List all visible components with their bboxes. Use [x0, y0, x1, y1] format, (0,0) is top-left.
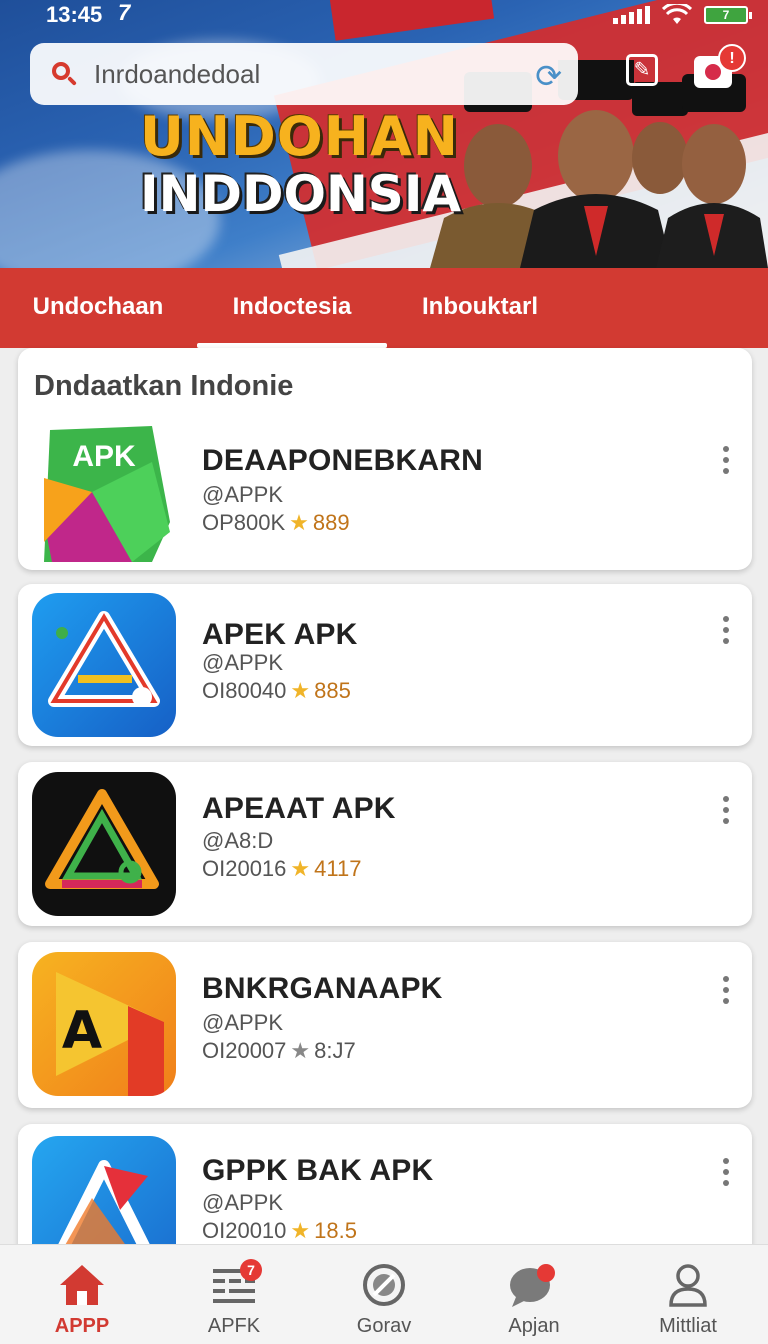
notification-badge: 7 — [240, 1259, 262, 1281]
nav-label: Gorav — [356, 1315, 412, 1337]
star-icon: ★ — [290, 678, 311, 703]
more-options-icon[interactable] — [722, 1158, 730, 1186]
signal-icon — [613, 6, 650, 24]
nav-item-apfk[interactable]: 7 APFK — [164, 1245, 304, 1344]
wifi-icon — [662, 4, 692, 24]
tab-undochaan[interactable]: Undochaan — [28, 268, 168, 348]
banner-title-line1: UNDOHAN — [140, 105, 459, 168]
tab-inbouktarl[interactable]: Inbouktarl — [418, 268, 542, 348]
search-bar[interactable]: ⟳ — [30, 43, 578, 105]
nav-label: APPP — [54, 1315, 110, 1337]
status-time: 13:45 — [46, 2, 103, 27]
star-icon: ★ — [290, 856, 311, 881]
nav-label: APFK — [207, 1315, 261, 1337]
app-name: DEAAPONEBKARN — [202, 444, 483, 477]
app-downloads: OI20016 — [202, 856, 287, 881]
refresh-icon[interactable]: ⟳ — [535, 57, 562, 95]
home-icon — [60, 1265, 104, 1305]
battery-icon: 7 — [704, 6, 752, 24]
app-meta: OI20016 ★ 4117 — [202, 856, 361, 882]
more-options-icon[interactable] — [722, 616, 730, 644]
star-icon: ★ — [290, 1218, 311, 1243]
app-card[interactable]: APEK APK @APPK OI80040 ★ 885 — [18, 584, 752, 746]
search-icon — [50, 60, 78, 88]
app-developer: @APPK — [202, 650, 284, 675]
app-name: BNKRGANAAPK — [202, 972, 443, 1005]
status-notification-indicator: 7 — [118, 0, 131, 25]
edit-icon[interactable]: ✎ — [626, 54, 658, 86]
notification-badge: ! — [718, 44, 746, 72]
app-developer: @APPK — [202, 1010, 284, 1035]
app-rating: 4117 — [314, 856, 362, 881]
icon-letter: A — [62, 1001, 102, 1061]
profile-icon — [669, 1264, 707, 1307]
star-icon: ★ — [290, 1038, 311, 1063]
more-options-icon[interactable] — [722, 796, 730, 824]
app-downloads: OI20010 — [202, 1218, 287, 1243]
status-icons: 7 — [613, 4, 752, 26]
app-downloads: OI20007 — [202, 1038, 287, 1063]
tab-indoctesia[interactable]: Indoctesia — [197, 268, 387, 348]
app-meta: OI80040 ★ 885 — [202, 678, 351, 704]
nav-item-gorav[interactable]: Gorav — [314, 1245, 454, 1344]
featured-app-card[interactable]: Dndaatkan Indonie APK DEAAPONEBKARN @APP… — [18, 348, 752, 570]
nav-item-apjan[interactable]: Apjan — [464, 1245, 604, 1344]
app-name: APEK APK — [202, 618, 358, 651]
bnkrgan-orange-icon: A — [32, 952, 176, 1096]
hero-banner: 13:45 7 7 ⟳ ✎ ! UNDOHAN INDDONSIA — [0, 0, 768, 268]
app-rating: 885 — [314, 678, 351, 703]
app-developer: @APPK — [202, 1190, 284, 1215]
more-options-icon[interactable] — [722, 976, 730, 1004]
app-name: APEAAT APK — [202, 792, 396, 825]
app-rating: 889 — [312, 510, 350, 535]
app-card[interactable]: APEAAT APK @A8:D OI20016 ★ 4117 — [18, 762, 752, 926]
search-input[interactable] — [94, 58, 514, 90]
status-bar: 13:45 7 7 — [0, 0, 768, 28]
section-title: Dndaatkan Indonie — [34, 370, 294, 402]
nav-label: Apjan — [508, 1315, 560, 1337]
apeaat-dark-icon — [32, 772, 176, 916]
app-developer: @APPK — [202, 482, 284, 507]
app-card[interactable]: GPPK BAK APK @APPK OI20010 ★ 18.5 — [18, 1124, 752, 1264]
app-meta: OI20007 ★ 8:J7 — [202, 1038, 356, 1064]
nav-item-appp[interactable]: APPP — [12, 1245, 152, 1344]
app-card[interactable]: A BNKRGANAAPK @APPK OI20007 ★ 8:J7 — [18, 942, 752, 1108]
app-downloads: OI80040 — [202, 678, 287, 703]
banner-title-line2: INDDONSIA — [140, 165, 462, 223]
svg-text:APK: APK — [72, 440, 136, 473]
category-tab-bar: Undochaan Indoctesia Inbouktarl — [0, 268, 768, 348]
bottom-navigation: APPP 7 APFK Gorav Apjan Mittliat — [0, 1244, 768, 1344]
compass-icon — [363, 1264, 405, 1306]
chat-icon — [510, 1264, 555, 1307]
nav-label: Mittliat — [659, 1315, 717, 1337]
more-options-icon[interactable] — [722, 446, 730, 474]
app-downloads: OP800K — [202, 510, 286, 535]
app-rating: 18.5 — [314, 1218, 357, 1243]
app-developer: @A8:D — [202, 828, 274, 853]
apk-green-icon: APK — [32, 422, 176, 566]
nav-item-mittliat[interactable]: Mittliat — [618, 1245, 758, 1344]
app-name: GPPK BAK APK — [202, 1154, 434, 1187]
app-rating: 8:J7 — [314, 1038, 356, 1063]
apek-blue-icon — [32, 593, 176, 737]
banner-title: UNDOHAN INDDONSIA — [140, 105, 462, 223]
star-icon: ★ — [289, 510, 309, 535]
app-meta: OI20010 ★ 18.5 — [202, 1218, 357, 1244]
app-meta: OP800K ★ 889 — [202, 510, 350, 536]
